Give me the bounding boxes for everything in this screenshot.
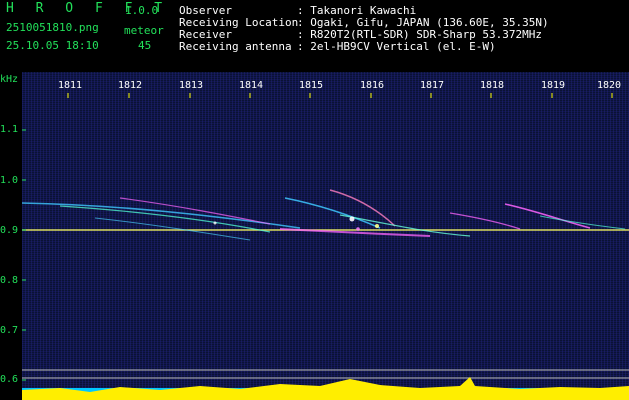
x-tick-label: 1814 (239, 80, 264, 91)
x-tick-label: 1819 (541, 80, 566, 91)
meteor-echo (504, 203, 591, 229)
x-tick-label: 1820 (597, 80, 622, 91)
spectrogram-overlay (21, 93, 629, 400)
x-tick-label: 1812 (118, 80, 143, 91)
meteor-echo (449, 212, 521, 230)
meteor-echo (539, 215, 626, 230)
x-tick-label: 1817 (420, 80, 445, 91)
echo-highlight (213, 221, 217, 225)
meteor-echo (119, 197, 271, 225)
meteor-echo (94, 217, 251, 241)
x-tick-label: 1811 (58, 80, 83, 91)
x-tick-label: 1816 (360, 80, 385, 91)
echo-highlight (356, 227, 360, 231)
x-axis-ticks (67, 93, 613, 98)
y-axis-ticks (22, 129, 26, 381)
echo-highlight (375, 224, 379, 228)
x-tick-label: 1818 (480, 80, 505, 91)
x-tick-label: 1815 (299, 80, 324, 91)
meteor-echo (284, 197, 381, 229)
x-tick-label: 1813 (179, 80, 204, 91)
signal-level-bar (22, 377, 629, 400)
echo-highlight (349, 216, 355, 222)
